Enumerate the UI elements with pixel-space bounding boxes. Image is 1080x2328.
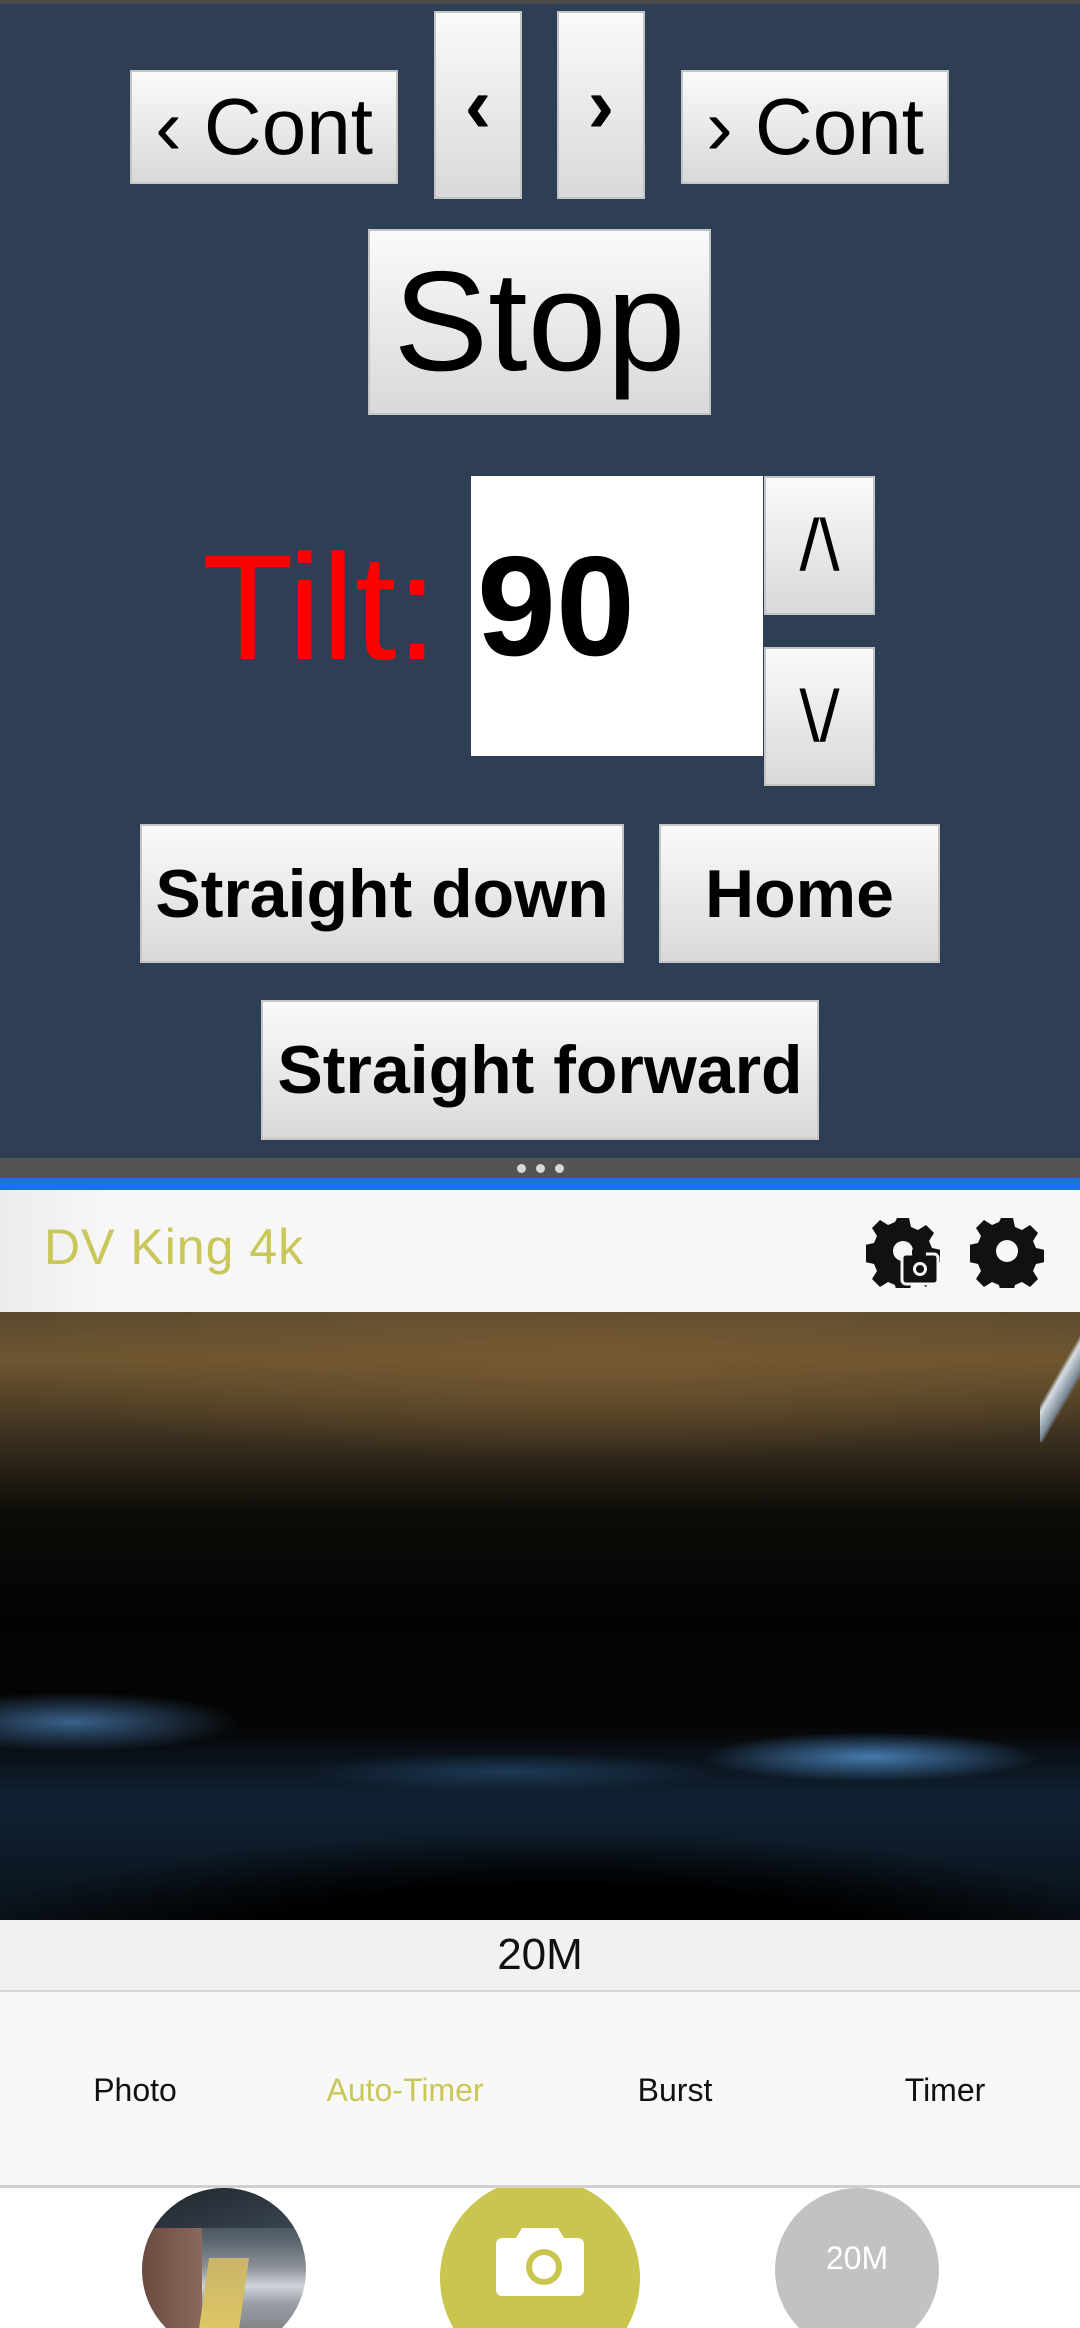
gallery-thumbnail[interactable] [142, 2188, 306, 2328]
preview-highlight [300, 1752, 720, 1792]
preview-highlight [0, 1312, 1080, 1462]
tilt-down-button[interactable]: \/ [764, 647, 875, 786]
control-panel: ‹ Cont ‹ › › Cont Stop Tilt: 90 /\ \/ St… [0, 0, 1080, 1158]
thumbnail-image-part [142, 2228, 202, 2328]
camera-settings-icon[interactable] [866, 1214, 940, 1288]
preview-highlight [0, 1692, 240, 1752]
divider-handle-dot [516, 1163, 526, 1173]
step-left-button[interactable]: ‹ [434, 11, 522, 199]
tilt-label: Tilt: [202, 523, 439, 691]
mode-tab-photo[interactable]: Photo [0, 1992, 270, 2188]
mode-tab-auto-timer[interactable]: Auto-Timer [270, 1992, 540, 2188]
app-header: DV King 4k [0, 1190, 1080, 1312]
mode-tab-timer[interactable]: Timer [810, 1992, 1080, 2188]
tilt-value-field[interactable]: 90 [471, 476, 763, 756]
split-screen-divider[interactable] [0, 1158, 1080, 1178]
app-title: DV King 4k [44, 1219, 305, 1275]
shutter-button[interactable] [440, 2188, 640, 2328]
mode-selector: Photo Auto-Timer Burst Timer [0, 1992, 1080, 2188]
home-button[interactable]: Home [659, 824, 940, 963]
camera-icon [496, 2228, 584, 2296]
preview-highlight [700, 1732, 1040, 1782]
active-window-indicator [0, 1178, 1080, 1190]
stop-button[interactable]: Stop [368, 229, 711, 415]
thumbnail-image-part [194, 2258, 250, 2328]
continuous-right-button[interactable]: › Cont [681, 70, 949, 184]
straight-down-button[interactable]: Straight down [140, 824, 624, 963]
gear-icon[interactable] [970, 1214, 1044, 1288]
continuous-left-button[interactable]: ‹ Cont [130, 70, 398, 184]
mode-tab-burst[interactable]: Burst [540, 1992, 810, 2188]
thumbnail-image-part [142, 2188, 306, 2228]
preview-highlight [1040, 1332, 1080, 1442]
divider-handle-dot [535, 1163, 545, 1173]
resolution-display: 20M [0, 1920, 1080, 1992]
camera-bottom-bar: 20M [0, 2188, 1080, 2328]
resolution-button[interactable]: 20M [775, 2188, 939, 2328]
divider-handle-dot [554, 1163, 564, 1173]
camera-preview[interactable] [0, 1312, 1080, 1920]
tilt-up-button[interactable]: /\ [764, 476, 875, 615]
step-right-button[interactable]: › [557, 11, 645, 199]
straight-forward-button[interactable]: Straight forward [261, 1000, 819, 1140]
